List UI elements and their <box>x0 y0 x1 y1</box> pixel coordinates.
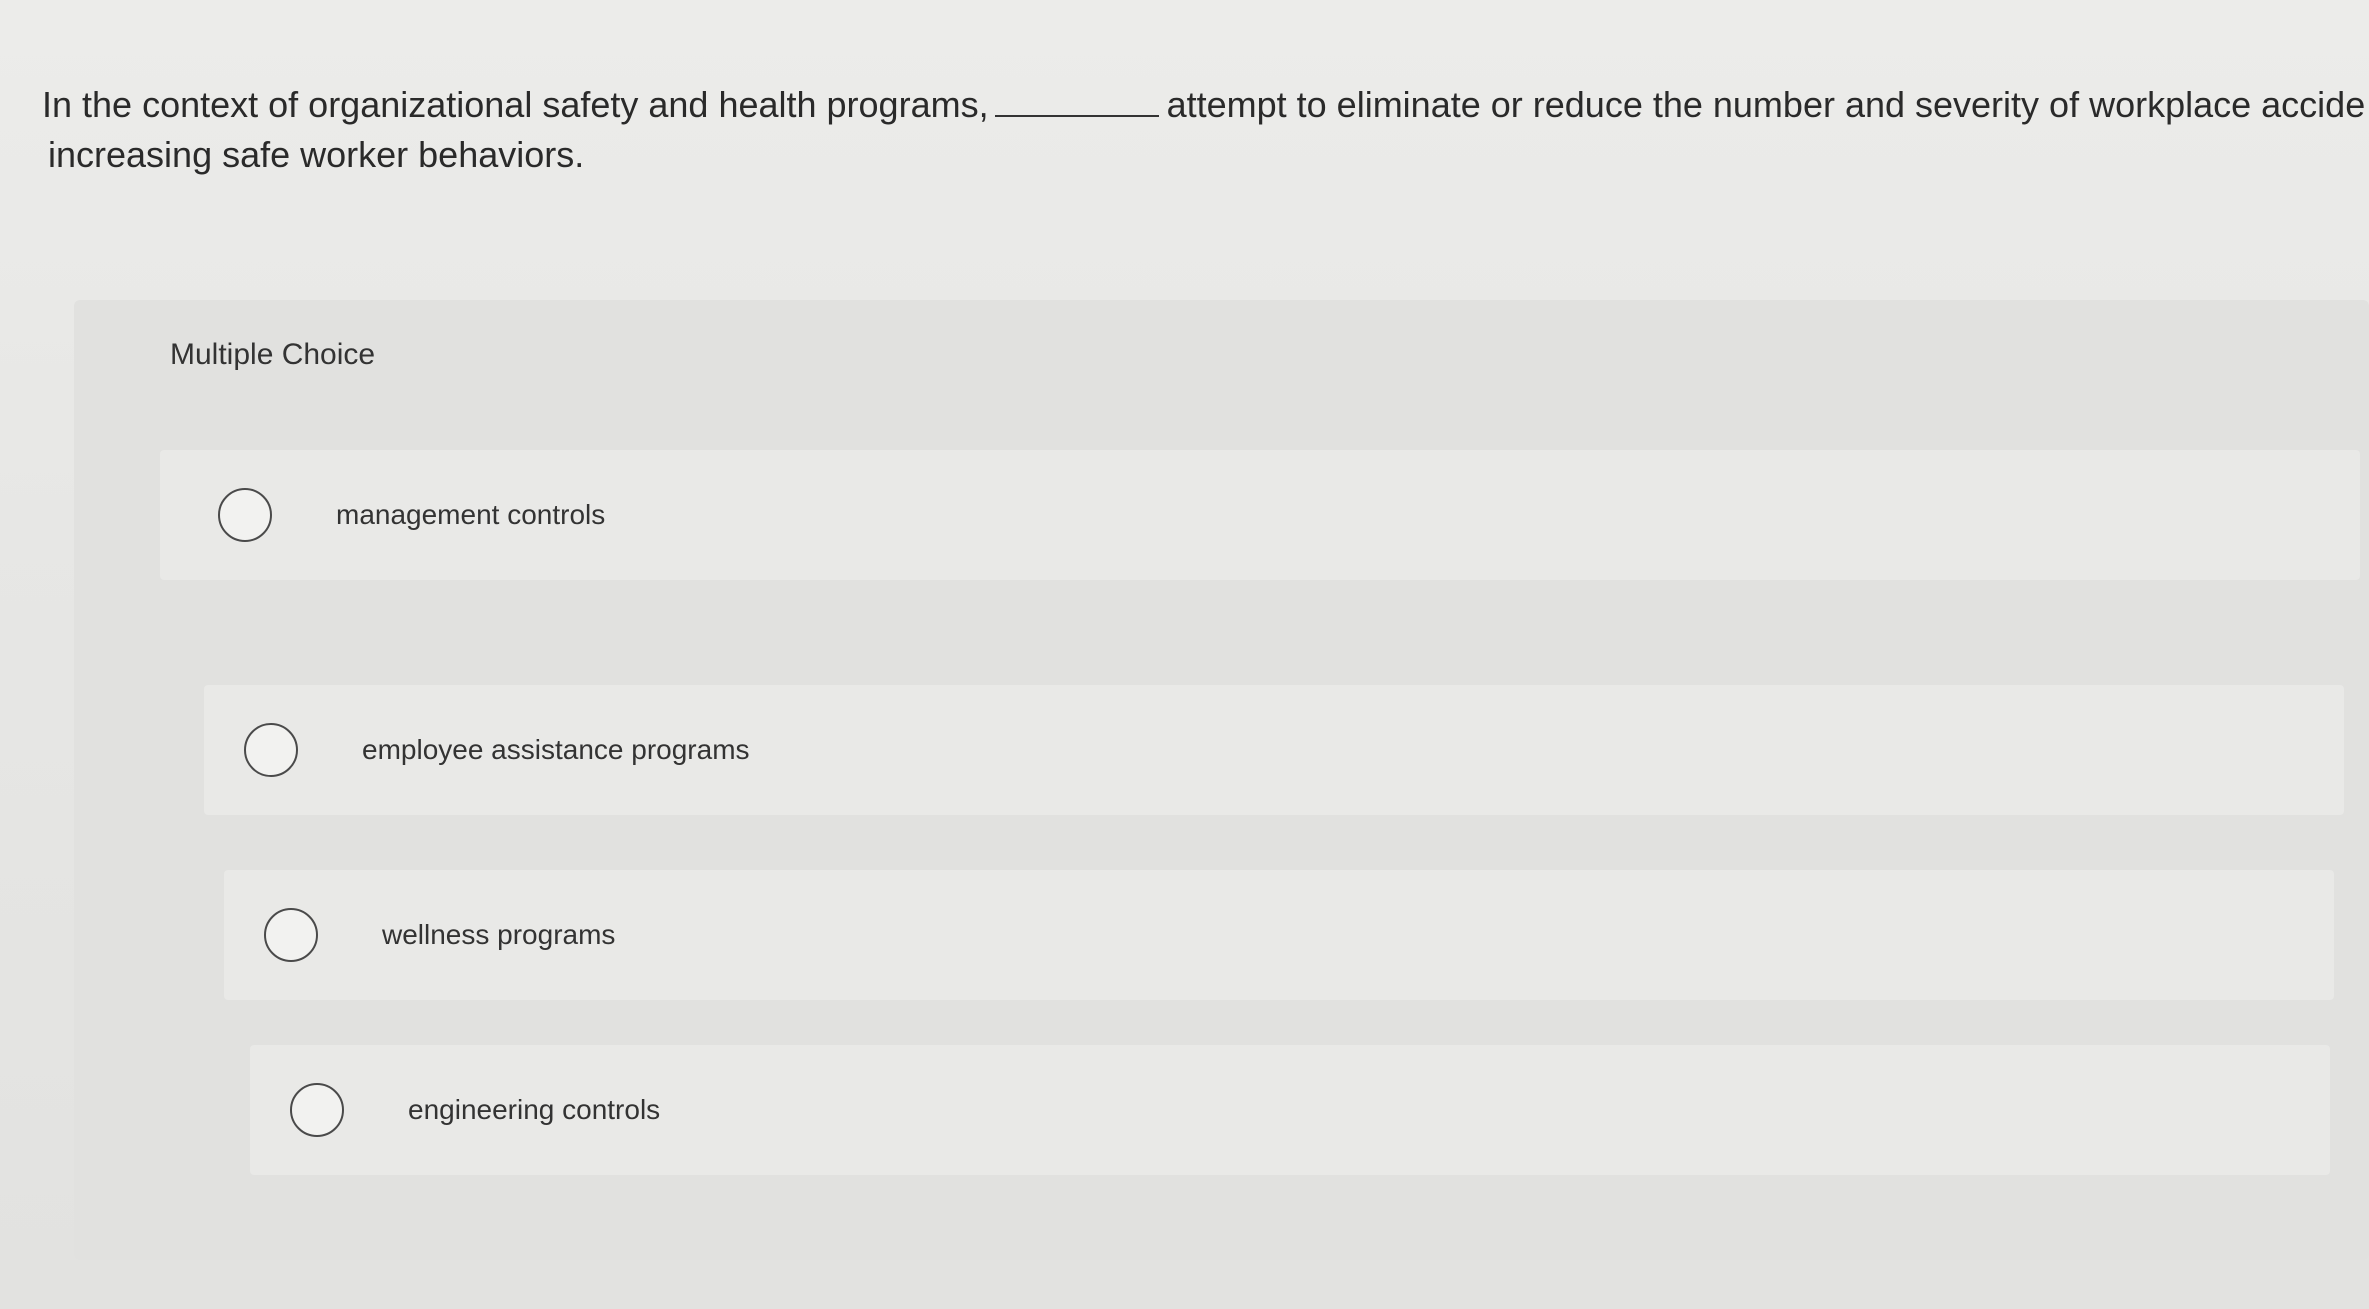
radio-button-icon[interactable] <box>290 1083 344 1137</box>
choice-option-3[interactable]: wellness programs <box>224 870 2334 1000</box>
choice-label: management controls <box>336 499 606 530</box>
question-part-1: In the context of organizational safety … <box>42 84 989 125</box>
radio-button-icon[interactable] <box>244 723 298 777</box>
multiple-choice-header: Multiple Choice <box>170 338 376 371</box>
question-text: In the context of organizational safety … <box>42 80 2369 180</box>
choice-label: wellness programs <box>382 919 616 950</box>
choice-option-1[interactable]: management controls <box>160 450 2360 580</box>
choice-option-2[interactable]: employee assistance programs <box>204 685 2344 815</box>
radio-button-icon[interactable] <box>264 908 318 962</box>
choice-label: employee assistance programs <box>362 734 750 765</box>
radio-button-icon[interactable] <box>218 488 272 542</box>
multiple-choice-panel: Multiple Choice management controls empl… <box>74 300 2369 1260</box>
choice-label: engineering controls <box>408 1094 661 1125</box>
question-part-3: increasing safe worker behaviors. <box>48 134 585 175</box>
question-part-2: attempt to eliminate or reduce the numbe… <box>1166 84 2366 125</box>
choice-option-4[interactable]: engineering controls <box>250 1045 2330 1175</box>
answer-blank <box>994 85 1159 117</box>
